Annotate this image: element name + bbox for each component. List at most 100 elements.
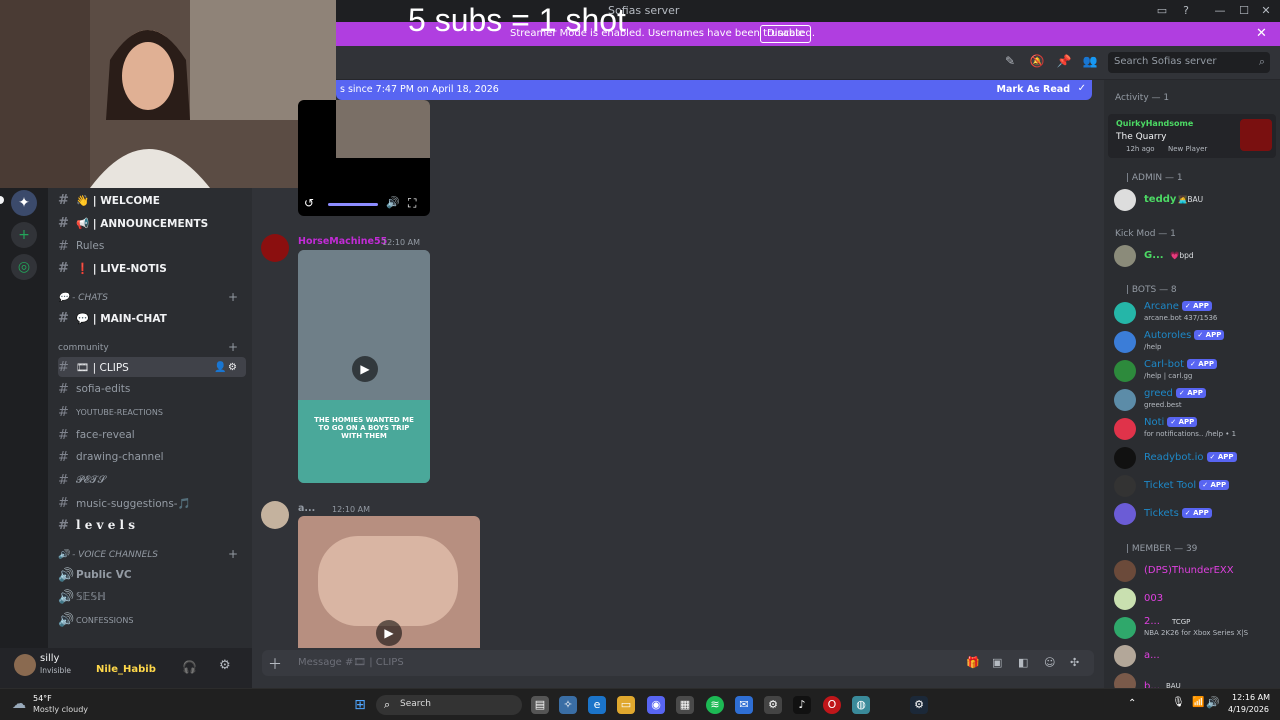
channel-drawing[interactable]: # drawing-channel [58,447,246,467]
channel-music-suggestions[interactable]: # music-suggestions-🎵 [58,493,246,513]
emoji-icon[interactable]: ☺ [1044,656,1055,669]
start-icon[interactable]: ⊞ [351,696,369,714]
headphones-icon[interactable]: 🎧 [182,660,197,674]
wifi-icon[interactable]: 📶 [1192,697,1204,708]
pinned-icon[interactable]: 📌 [1056,54,1072,70]
voice-sesh[interactable]: 🔊 𝕊𝔼𝕊ℍ [58,587,246,607]
notifications-icon[interactable]: 🔕 [1029,54,1045,70]
tiktok-icon[interactable]: ♪ [793,696,811,714]
category-voice[interactable]: 🔊 - VOICE CHANNELS [58,550,158,560]
add-channel-icon[interactable]: + [228,340,238,354]
message-author[interactable]: a... [298,503,315,514]
message-author[interactable]: HorseMachine55 [298,236,387,247]
add-channel-icon[interactable]: + [228,290,238,304]
copilot-icon[interactable]: ✧ [559,696,577,714]
add-channel-icon[interactable]: + [228,547,238,561]
member-row[interactable]: Carl-bot ✓ APP/help | carl.gg [1114,358,1276,384]
member-row[interactable]: (DPS)ThunderEXX [1114,558,1276,584]
gif-icon[interactable]: ▣ [992,656,1002,669]
member-row[interactable]: a... [1114,643,1276,669]
settings-icon[interactable]: ⚙ [764,696,782,714]
member-row[interactable]: Noti ✓ APP for notifications.. /help • 1 [1114,416,1276,442]
channel-rules[interactable]: # Rules [58,236,246,256]
member-row[interactable]: greed ✓ APP greed.best [1114,387,1276,413]
channel-welcome[interactable]: # 👋 | WELCOME [58,190,246,210]
fullscreen-icon[interactable]: ⛶ [408,196,416,211]
discord-icon[interactable]: ◉ [647,696,665,714]
minimize-button[interactable]: — [1212,3,1228,19]
volume-icon[interactable]: 🔊 [386,196,400,209]
edge-icon[interactable]: e [588,696,606,714]
explorer-icon[interactable]: ▭ [617,696,635,714]
channel-youtube-reactions[interactable]: # YOUTUBE-REACTIONS [58,402,246,422]
member-row[interactable]: Readybot.io ✓ APP [1114,445,1276,471]
member-row[interactable]: Ticket Tool ✓ APP [1114,473,1276,499]
channel-main-chat[interactable]: # 💬 | MAIN-CHAT [58,308,246,328]
search-input[interactable]: Search Sofias server ⌕ [1108,52,1270,73]
discover-icon[interactable]: ◎ [11,254,37,280]
add-server-icon[interactable]: + [11,222,37,248]
apps-icon[interactable]: ✣ [1070,656,1079,669]
disable-streamer-mode-button[interactable]: Disable [760,25,812,43]
replay-icon[interactable]: ↺ [304,196,314,210]
channel-pets[interactable]: # 𝓟𝓔𝓣𝓢 [58,470,246,490]
category-chats[interactable]: 💬 - CHATS [58,293,108,303]
member-row[interactable]: Tickets ✓ APP [1114,501,1276,527]
member-list-icon[interactable]: 👥 [1082,54,1098,70]
tray-chevron-icon[interactable]: ⌃ [1128,698,1136,709]
invite-icon[interactable]: 👤 [214,362,226,373]
close-banner-icon[interactable]: ✕ [1256,26,1267,41]
spotify-icon[interactable]: ≋ [706,696,724,714]
channel-announcements[interactable]: # 📢 | ANNOUNCEMENTS [58,213,246,233]
gift-icon[interactable]: 🎁 [966,656,980,669]
channel-clips[interactable]: # 🎞 | CLIPS 👤 ⚙ [58,357,246,377]
clock-time[interactable]: 12:16 AM [1232,693,1270,702]
volume-slider[interactable] [328,203,378,206]
steam-icon[interactable]: ⚙ [910,696,928,714]
voice-confessions[interactable]: 🔊 CONFESSIONS [58,610,246,630]
play-icon[interactable]: ▶ [376,620,402,646]
app-icon[interactable]: ◍ [852,696,870,714]
mail-icon[interactable]: ✉ [735,696,753,714]
video-attachment[interactable]: ▶ [298,516,480,648]
member-row[interactable]: 003 [1114,586,1276,612]
video-attachment[interactable]: ↺ 🔊 ⛶ [298,100,430,216]
maximize-button[interactable]: ☐ [1236,3,1252,19]
help-icon[interactable]: ? [1178,3,1194,19]
taskview-icon[interactable]: ▤ [531,696,549,714]
threads-icon[interactable]: ✎ [1002,54,1018,70]
gear-icon[interactable]: ⚙ [228,362,237,373]
channel-face-reveal[interactable]: # face-reveal [58,425,246,445]
message-input[interactable]: Message #🎞 | CLIPS [298,657,404,668]
sticker-icon[interactable]: ◧ [1018,656,1028,669]
volume-icon[interactable]: 🔊 [1206,696,1220,709]
clock-date[interactable]: 4/19/2026 [1228,705,1269,714]
store-icon[interactable]: ▦ [676,696,694,714]
add-attachment-icon[interactable]: ＋ [268,654,282,674]
avatar[interactable] [14,654,36,676]
avatar[interactable] [261,501,289,529]
member-row[interactable]: G... 💗bpd [1114,243,1276,269]
category-community[interactable]: community [58,343,109,353]
microphone-icon[interactable]: 🎙 [1172,697,1185,708]
gear-icon[interactable]: ⚙ [219,658,231,673]
new-messages-bar[interactable]: s since 7:47 PM on April 18, 2026 Mark A… [336,80,1092,100]
close-window-button[interactable]: ✕ [1258,3,1274,19]
activity-card[interactable]: QuirkyHandsome The Quarry 12h ago New Pl… [1108,114,1276,158]
weather-icon[interactable]: ☁ [12,696,26,712]
member-row[interactable]: 2... TCGP NBA 2K26 for Xbox Series X|S [1114,615,1276,641]
inbox-icon[interactable]: ▭ [1154,3,1170,19]
channel-levels[interactable]: # l e v e l s [58,515,246,535]
member-row[interactable]: teddy 🧑‍💻BAU [1114,187,1276,213]
voice-public-vc[interactable]: 🔊 Public VC [58,565,246,585]
video-attachment[interactable]: ▶ THE HOMIES WANTED ME TO GO ON A BOYS T… [298,250,430,483]
channel-live-notis[interactable]: # ❗ | LIVE-NOTIS [58,258,246,278]
avatar[interactable] [261,234,289,262]
member-row[interactable]: Autoroles ✓ APP/help [1114,329,1276,355]
message-composer[interactable]: ＋ Message #🎞 | CLIPS 🎁 ▣ ◧ ☺ ✣ [262,650,1094,676]
opera-icon[interactable]: O [823,696,841,714]
server-icon[interactable]: ✦ [11,190,37,216]
taskbar-search[interactable]: ⌕ Search [376,695,522,715]
member-row[interactable]: Arcane ✓ APP arcane.bot 437/1536 [1114,300,1276,326]
channel-sofia-edits[interactable]: # sofia-edits [58,379,246,399]
